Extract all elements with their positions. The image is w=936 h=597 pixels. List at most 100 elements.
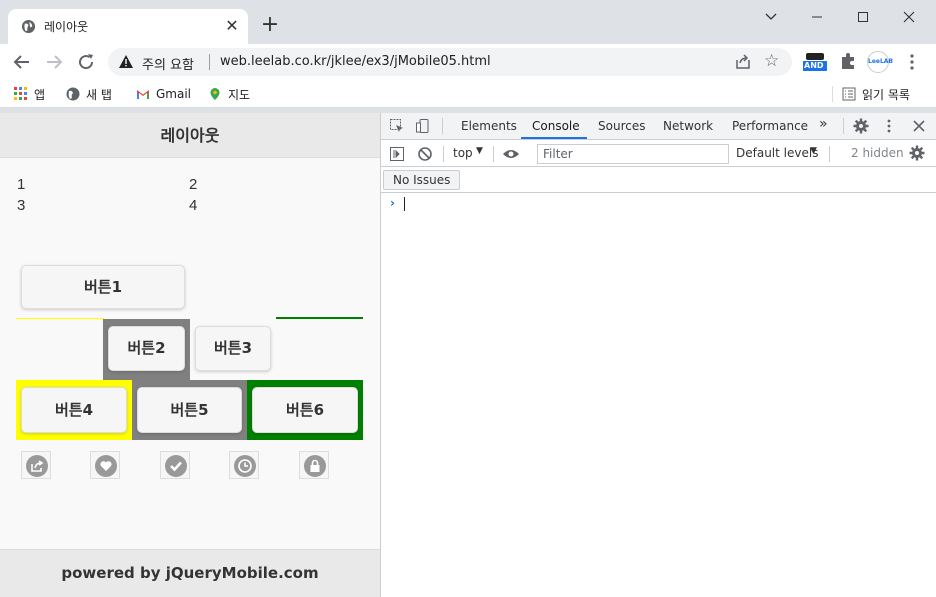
minimize-icon[interactable] [794, 6, 840, 28]
tab-performance[interactable]: Performance [732, 119, 808, 133]
bookmark-star-icon[interactable]: ☆ [764, 51, 779, 71]
kebab-menu-icon[interactable] [900, 50, 924, 74]
globe-icon [66, 87, 80, 101]
security-label[interactable]: 주의 요함 [142, 54, 194, 73]
bookmark-label: 지도 [228, 87, 251, 102]
console-filter-input[interactable]: Filter [537, 144, 729, 164]
toolbar-separator [443, 146, 444, 162]
grid-cell-a1: 1 [17, 176, 26, 193]
chevron-down-icon[interactable] [748, 6, 794, 28]
console-toolbar: top ▼ Filter Default levels ▼ 2 hidden [381, 140, 936, 167]
levels-dropdown-icon[interactable]: ▼ [810, 146, 817, 156]
button-3[interactable]: 버튼3 [195, 326, 271, 371]
leelab-profile-avatar[interactable]: LeeLAB [866, 50, 894, 74]
reading-list-icon [842, 87, 856, 101]
button-4[interactable]: 버튼4 [21, 387, 127, 433]
toolbar-separator [829, 146, 830, 162]
tab-console[interactable]: Console [532, 119, 580, 133]
more-tabs-icon[interactable]: » [819, 116, 828, 132]
console-settings-gear-icon[interactable] [909, 145, 925, 161]
back-icon[interactable] [10, 50, 34, 74]
close-tab-icon[interactable]: ✕ [222, 16, 242, 36]
browser-tab-strip: 레이아웃 ✕ + [0, 0, 936, 44]
omnibox-separator [209, 54, 210, 70]
devtools-panel: Elements Console Sources Network Perform… [380, 113, 936, 597]
check-icon [165, 455, 187, 477]
leelab-avatar-label: LeeLAB [868, 58, 894, 65]
bookmark-newtab[interactable]: 새 탭 [66, 86, 112, 102]
clock-icon-button[interactable] [229, 451, 259, 479]
hidden-count: 2 hidden [851, 146, 904, 160]
devtools-menu-icon[interactable] [881, 118, 897, 134]
close-window-icon[interactable] [886, 6, 932, 28]
browser-tab[interactable]: 레이아웃 ✕ [8, 9, 248, 44]
lock-icon-button[interactable] [299, 451, 329, 479]
action-icon-button[interactable] [21, 451, 51, 479]
button-6[interactable]: 버튼6 [252, 387, 358, 433]
puzzle-extensions-icon[interactable] [836, 50, 860, 74]
url-text[interactable]: web.leelab.co.kr/jklee/ex3/jMobile05.htm… [220, 54, 491, 69]
gmail-icon [137, 90, 149, 99]
bookmark-gmail[interactable]: Gmail [136, 86, 191, 102]
mobile-page: 레이아웃 1 2 3 4 버튼1 버튼2 버튼3 버튼4 버튼5 버튼6 pow… [0, 113, 380, 597]
action-icon [26, 455, 48, 477]
share-icon[interactable] [734, 53, 752, 71]
clock-icon [234, 455, 256, 477]
inspect-element-icon[interactable] [389, 118, 405, 134]
live-expression-eye-icon[interactable] [502, 146, 520, 162]
page-header: 레이아웃 [0, 113, 380, 158]
reading-list[interactable]: 읽기 목록 [842, 86, 910, 102]
map-pin-icon [210, 88, 220, 100]
active-tab-indicator [521, 137, 587, 139]
context-dropdown-icon[interactable]: ▼ [476, 146, 483, 156]
console-prompt-icon: › [390, 196, 395, 210]
bookmark-apps[interactable]: 앱 [14, 86, 45, 102]
lock-icon [304, 455, 326, 477]
reload-icon[interactable] [74, 50, 98, 74]
and-extension-icon[interactable]: AND [802, 50, 828, 74]
issues-bar: No Issues [381, 167, 936, 193]
bookmarks-divider [832, 86, 833, 102]
console-input-caret[interactable] [404, 197, 405, 211]
heart-icon-button[interactable] [90, 451, 120, 479]
globe-icon [21, 19, 36, 34]
button-1[interactable]: 버튼1 [21, 265, 185, 309]
grid-cell-a2: 3 [17, 197, 26, 214]
tab-elements[interactable]: Elements [461, 119, 517, 133]
no-issues-button[interactable]: No Issues [383, 170, 461, 190]
bookmark-label: 앱 [34, 87, 46, 102]
apps-grid-icon [14, 87, 27, 100]
clear-console-icon[interactable] [417, 146, 433, 162]
context-select[interactable]: top [453, 146, 473, 160]
address-bar[interactable]: 주의 요함 web.leelab.co.kr/jklee/ex3/jMobile… [108, 48, 792, 76]
button-2[interactable]: 버튼2 [108, 326, 185, 371]
new-tab-button[interactable]: + [258, 13, 282, 37]
check-icon-button[interactable] [160, 451, 190, 479]
log-levels-select[interactable]: Default levels [736, 146, 818, 160]
settings-gear-icon[interactable] [853, 118, 869, 134]
toolbar-separator [493, 146, 494, 162]
browser-toolbar: 주의 요함 web.leelab.co.kr/jklee/ex3/jMobile… [0, 44, 936, 80]
bookmark-label: 새 탭 [86, 87, 112, 102]
and-extension-label: AND [804, 61, 824, 70]
toolbar-separator [843, 118, 844, 134]
heart-icon [95, 455, 117, 477]
device-toolbar-icon[interactable] [415, 118, 431, 134]
maximize-icon[interactable] [840, 6, 886, 28]
close-devtools-icon[interactable] [911, 118, 927, 134]
grid-cell-b2: 4 [189, 197, 198, 214]
sidebar-toggle-icon[interactable] [389, 146, 405, 162]
forward-icon[interactable] [42, 50, 66, 74]
grid-cell-b1: 2 [189, 176, 198, 193]
page-footer: powered by jQueryMobile.com [0, 549, 380, 597]
bookmark-label: Gmail [156, 87, 192, 101]
bookmark-maps[interactable]: 지도 [208, 86, 250, 102]
tab-network[interactable]: Network [663, 119, 713, 133]
bookmarks-bar: 앱 새 탭 Gmail 지도 읽기 목록 [0, 80, 936, 108]
tab-sources[interactable]: Sources [598, 119, 645, 133]
devtools-tabbar: Elements Console Sources Network Perform… [381, 113, 936, 140]
warning-icon[interactable] [118, 54, 134, 70]
button-5[interactable]: 버튼5 [137, 387, 242, 433]
green-line [276, 317, 363, 319]
tab-title: 레이아웃 [44, 20, 89, 34]
